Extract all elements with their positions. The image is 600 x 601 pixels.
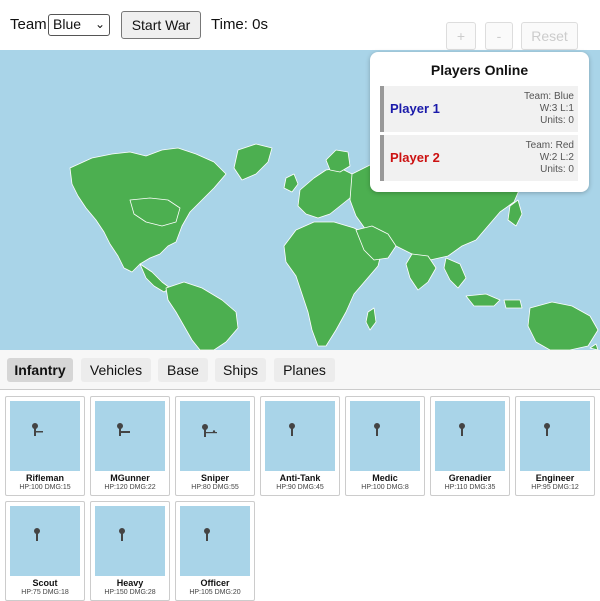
unit-card-grenadier[interactable]: Grenadier HP:110 DMG:35 [430, 396, 510, 496]
officer-icon [180, 506, 250, 576]
unit-name: Officer [200, 578, 230, 588]
unit-category-tabs: Infantry Vehicles Base Ships Planes [0, 350, 600, 390]
unit-card-engineer[interactable]: Engineer HP:95 DMG:12 [515, 396, 595, 496]
rifleman-icon [10, 401, 80, 471]
unit-name: Anti-Tank [279, 473, 321, 483]
unit-stats: HP:100 DMG:15 [19, 484, 71, 491]
players-online-panel: Players Online Player 1 Team: Blue W:3 L… [370, 52, 589, 192]
tab-vehicles[interactable]: Vehicles [81, 358, 151, 382]
player-units: Units: 0 [540, 115, 574, 126]
medic-icon [350, 401, 420, 471]
unit-stats: HP:90 DMG:45 [276, 484, 324, 491]
player-name: Player 1 [390, 101, 440, 116]
grenadier-icon [435, 401, 505, 471]
unit-name: Medic [372, 473, 398, 483]
unit-card-anti-tank[interactable]: Anti-Tank HP:90 DMG:45 [260, 396, 340, 496]
unit-name: Scout [32, 578, 58, 588]
player-stats: Team: Red W:2 L:2 Units: 0 [526, 140, 574, 176]
unit-stats: HP:80 DMG:55 [191, 484, 239, 491]
sniper-icon [180, 401, 250, 471]
unit-card-mgunner[interactable]: MGunner HP:120 DMG:22 [90, 396, 170, 496]
unit-stats: HP:75 DMG:18 [21, 589, 69, 596]
time-display: Time: 0s [211, 16, 268, 33]
scout-icon [10, 506, 80, 576]
player-card[interactable]: Player 2 Team: Red W:2 L:2 Units: 0 [380, 135, 578, 181]
chevron-down-icon: ⌄ [94, 17, 105, 31]
player-record: W:2 L:2 [539, 152, 574, 163]
team-select[interactable]: Blue ⌄ [48, 14, 110, 36]
unit-card-scout[interactable]: Scout HP:75 DMG:18 [5, 501, 85, 601]
unit-name: MGunner [110, 473, 150, 483]
unit-card-rifleman[interactable]: Rifleman HP:100 DMG:15 [5, 396, 85, 496]
reset-view-button[interactable]: Reset [521, 22, 578, 50]
heavy-icon [95, 506, 165, 576]
unit-stats: HP:150 DMG:28 [104, 589, 156, 596]
unit-name: Grenadier [448, 473, 492, 483]
team-select-value: Blue [53, 16, 82, 32]
tab-base[interactable]: Base [158, 358, 208, 382]
zoom-out-button[interactable]: - [485, 22, 513, 50]
unit-card-heavy[interactable]: Heavy HP:150 DMG:28 [90, 501, 170, 601]
unit-card-officer[interactable]: Officer HP:105 DMG:20 [175, 501, 255, 601]
tab-infantry[interactable]: Infantry [7, 358, 73, 382]
unit-name: Sniper [200, 473, 229, 483]
start-war-button[interactable]: Start War [121, 11, 201, 39]
tab-ships[interactable]: Ships [215, 358, 266, 382]
player-units: Units: 0 [540, 164, 574, 175]
player-stats: Team: Blue W:3 L:1 Units: 0 [524, 91, 574, 127]
machine-gunner-icon [95, 401, 165, 471]
unit-stats: HP:100 DMG:8 [361, 484, 409, 491]
unit-stats: HP:105 DMG:20 [189, 589, 241, 596]
unit-name: Rifleman [25, 473, 64, 483]
unit-stats: HP:120 DMG:22 [104, 484, 156, 491]
unit-card-medic[interactable]: Medic HP:100 DMG:8 [345, 396, 425, 496]
player-name: Player 2 [390, 150, 440, 165]
unit-stats: HP:95 DMG:12 [531, 484, 579, 491]
unit-name: Heavy [116, 578, 144, 588]
anti-tank-icon [265, 401, 335, 471]
engineer-icon [520, 401, 590, 471]
unit-card-sniper[interactable]: Sniper HP:80 DMG:55 [175, 396, 255, 496]
players-panel-title: Players Online [430, 62, 529, 78]
zoom-in-button[interactable]: + [446, 22, 476, 50]
player-team: Team: Blue [523, 91, 574, 102]
team-label: Team: [10, 16, 51, 33]
unit-name: Engineer [535, 473, 575, 483]
player-card[interactable]: Player 1 Team: Blue W:3 L:1 Units: 0 [380, 86, 578, 132]
player-team: Team: Red [525, 140, 574, 151]
unit-grid: Rifleman HP:100 DMG:15 MGunner HP:120 DM… [0, 390, 600, 601]
unit-stats: HP:110 DMG:35 [444, 484, 496, 491]
tab-planes[interactable]: Planes [274, 358, 335, 382]
player-record: W:3 L:1 [539, 103, 574, 114]
